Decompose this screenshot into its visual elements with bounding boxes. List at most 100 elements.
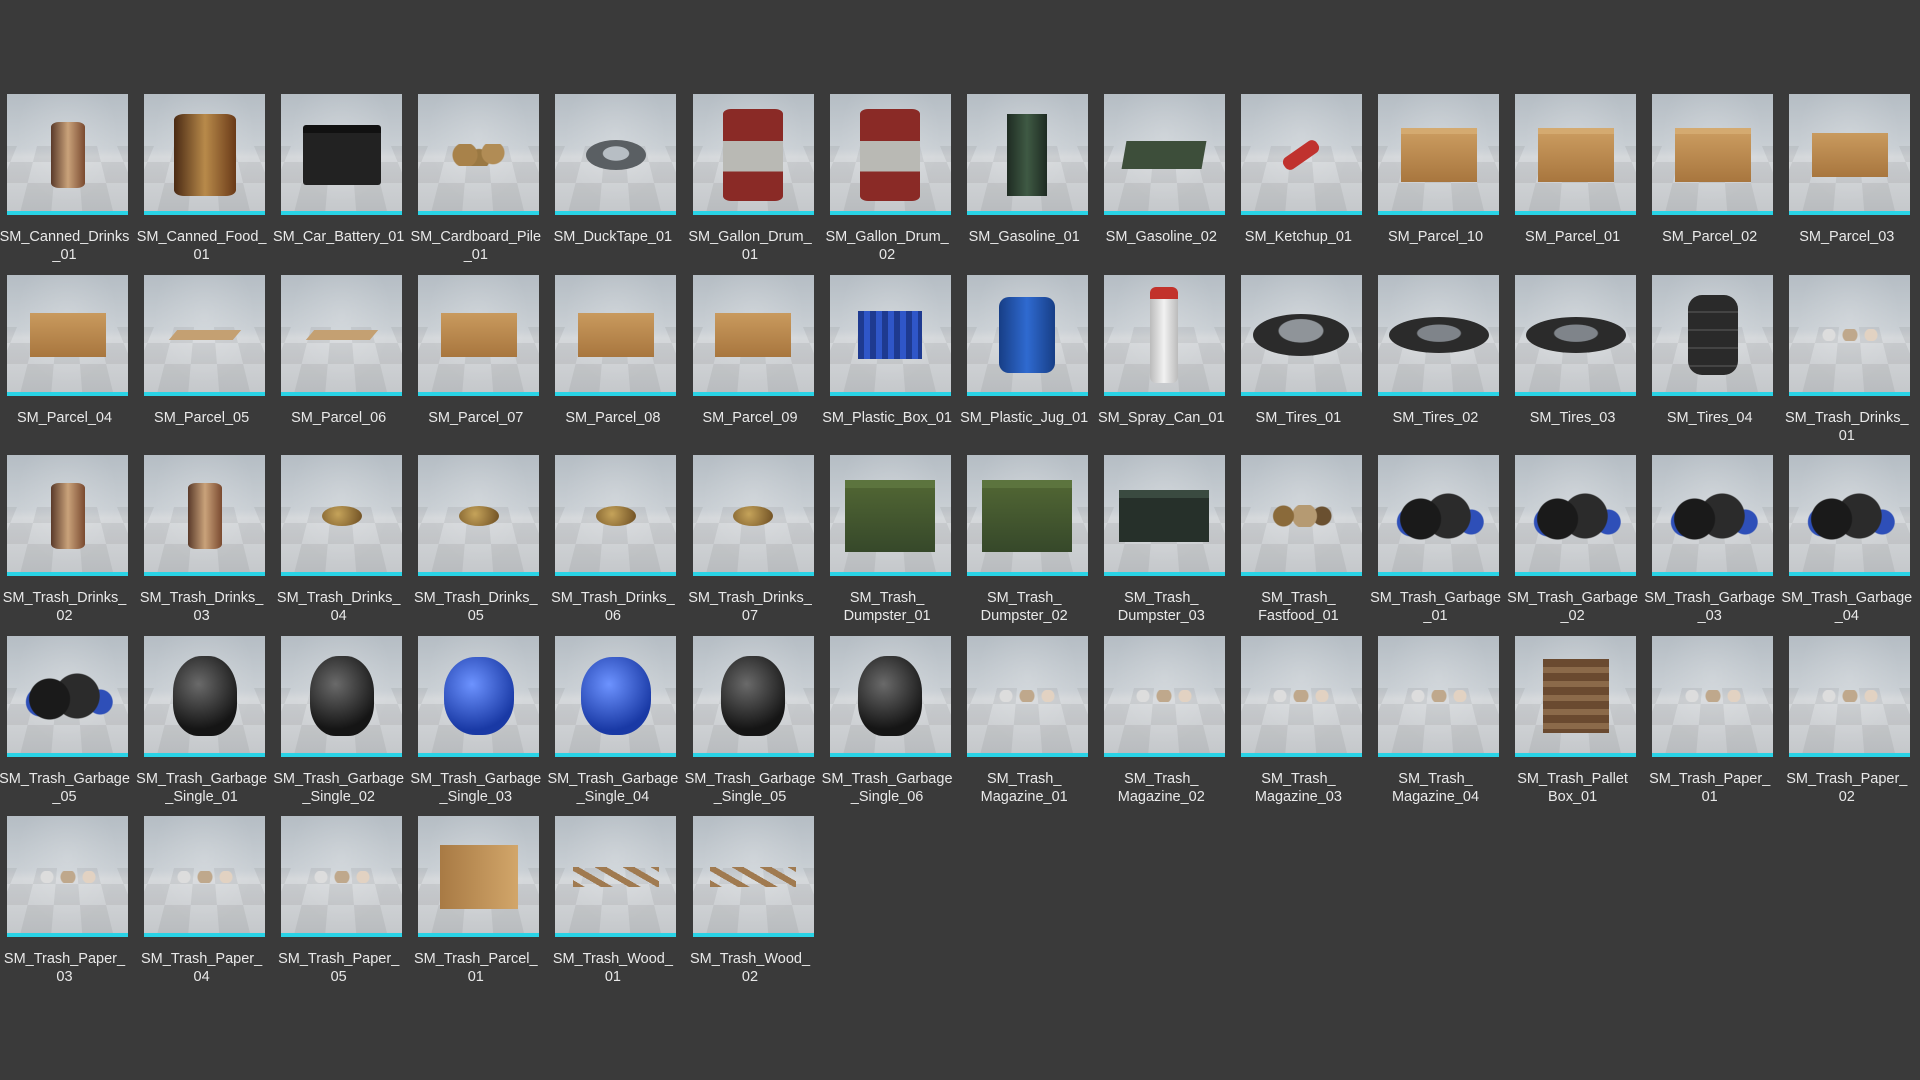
- asset-thumbnail[interactable]: [1378, 455, 1499, 576]
- asset-tile[interactable]: SM_Gasoline_01: [961, 94, 1088, 269]
- asset-tile[interactable]: SM_Trash_Paper_ 01: [1646, 635, 1774, 811]
- asset-thumbnail[interactable]: [281, 274, 403, 396]
- asset-thumbnail[interactable]: [1652, 455, 1774, 576]
- asset-tile[interactable]: SM_DuckTape_01: [549, 94, 677, 269]
- asset-tile[interactable]: SM_Tires_03: [1509, 274, 1637, 450]
- asset-tile[interactable]: SM_Trash_Garbage _Single_04: [547, 635, 678, 811]
- asset-tile[interactable]: SM_Parcel_03: [1783, 94, 1911, 269]
- asset-tile[interactable]: SM_Trash_ Fastfood_01: [1235, 455, 1362, 630]
- asset-tile[interactable]: SM_Trash_Paper_ 03: [1, 816, 128, 991]
- asset-tile[interactable]: SM_Parcel_05: [138, 274, 266, 450]
- asset-thumbnail[interactable]: [555, 455, 677, 576]
- asset-tile[interactable]: SM_Parcel_10: [1372, 94, 1499, 269]
- asset-tile[interactable]: SM_Parcel_09: [687, 274, 814, 450]
- asset-tile[interactable]: SM_Ketchup_01: [1235, 94, 1362, 269]
- asset-tile[interactable]: SM_Trash_Drinks_ 04: [275, 455, 403, 630]
- asset-tile[interactable]: SM_Canned_Food_ 01: [137, 94, 266, 269]
- asset-thumbnail[interactable]: [1240, 94, 1362, 215]
- asset-thumbnail[interactable]: [1789, 455, 1911, 576]
- asset-thumbnail[interactable]: [418, 274, 540, 396]
- asset-thumbnail[interactable]: [829, 455, 951, 576]
- asset-thumbnail[interactable]: [7, 455, 128, 576]
- asset-thumbnail[interactable]: [7, 274, 128, 396]
- asset-thumbnail[interactable]: [1515, 94, 1637, 215]
- asset-thumbnail[interactable]: [966, 635, 1088, 757]
- asset-tile[interactable]: SM_Trash_Drinks_ 02: [1, 455, 128, 630]
- asset-tile[interactable]: SM_Trash_ Dumpster_03: [1098, 455, 1225, 630]
- asset-thumbnail[interactable]: [144, 816, 266, 937]
- asset-tile[interactable]: SM_Trash_Garbage _04: [1781, 455, 1912, 630]
- asset-tile[interactable]: SM_Plastic_Jug_01: [960, 274, 1088, 450]
- asset-tile[interactable]: SM_Trash_ Magazine_04: [1372, 635, 1499, 811]
- asset-tile[interactable]: SM_Trash_Wood_ 02: [687, 816, 814, 991]
- asset-thumbnail[interactable]: [966, 94, 1088, 215]
- asset-tile[interactable]: SM_Trash_ Dumpster_02: [961, 455, 1088, 630]
- asset-thumbnail[interactable]: [418, 455, 540, 576]
- asset-thumbnail[interactable]: [1652, 635, 1774, 757]
- asset-thumbnail[interactable]: [1240, 635, 1362, 757]
- asset-tile[interactable]: SM_Parcel_07: [412, 274, 540, 450]
- asset-thumbnail[interactable]: [1789, 635, 1911, 757]
- asset-tile[interactable]: SM_Plastic_Box_01: [822, 274, 952, 450]
- asset-tile[interactable]: SM_Tires_04: [1646, 274, 1774, 450]
- asset-tile[interactable]: SM_Trash_ Dumpster_01: [824, 455, 951, 630]
- asset-thumbnail[interactable]: [1240, 455, 1362, 576]
- asset-thumbnail[interactable]: [1103, 274, 1225, 396]
- asset-thumbnail[interactable]: [555, 274, 677, 396]
- asset-tile[interactable]: SM_Gasoline_02: [1098, 94, 1225, 269]
- asset-tile[interactable]: SM_Parcel_06: [275, 274, 403, 450]
- asset-tile[interactable]: SM_Trash_Garbage _Single_01: [136, 635, 267, 811]
- asset-thumbnail[interactable]: [692, 274, 814, 396]
- asset-tile[interactable]: SM_Trash_Drinks_ 06: [549, 455, 677, 630]
- asset-thumbnail[interactable]: [7, 94, 128, 215]
- asset-tile[interactable]: SM_Trash_Wood_ 01: [549, 816, 677, 991]
- asset-thumbnail[interactable]: [692, 455, 814, 576]
- asset-thumbnail[interactable]: [692, 635, 814, 757]
- asset-thumbnail[interactable]: [418, 816, 540, 937]
- asset-tile[interactable]: SM_Tires_02: [1372, 274, 1499, 450]
- asset-thumbnail[interactable]: [1652, 274, 1774, 396]
- asset-thumbnail[interactable]: [281, 816, 403, 937]
- asset-thumbnail[interactable]: [144, 635, 266, 757]
- asset-tile[interactable]: SM_Trash_Garbage _02: [1507, 455, 1638, 630]
- asset-tile[interactable]: SM_Gallon_Drum_ 01: [687, 94, 814, 269]
- asset-tile[interactable]: SM_Trash_ Magazine_03: [1235, 635, 1362, 811]
- asset-tile[interactable]: SM_Tires_01: [1235, 274, 1362, 450]
- asset-thumbnail[interactable]: [7, 816, 128, 937]
- asset-thumbnail[interactable]: [555, 635, 677, 757]
- asset-thumbnail[interactable]: [7, 635, 128, 757]
- asset-tile[interactable]: SM_Parcel_08: [549, 274, 677, 450]
- asset-thumbnail[interactable]: [1378, 274, 1499, 396]
- asset-tile[interactable]: SM_Trash_ Magazine_02: [1098, 635, 1225, 811]
- asset-thumbnail[interactable]: [1515, 455, 1637, 576]
- asset-thumbnail[interactable]: [1789, 274, 1911, 396]
- asset-thumbnail[interactable]: [1103, 635, 1225, 757]
- asset-tile[interactable]: SM_Parcel_04: [1, 274, 128, 450]
- asset-tile[interactable]: SM_Canned_Drinks _01: [0, 94, 129, 269]
- asset-tile[interactable]: SM_Trash_Garbage _Single_03: [410, 635, 541, 811]
- asset-thumbnail[interactable]: [829, 635, 951, 757]
- asset-thumbnail[interactable]: [555, 816, 677, 937]
- asset-tile[interactable]: SM_Trash_Garbage _03: [1644, 455, 1775, 630]
- asset-tile[interactable]: SM_Trash_Paper_ 04: [138, 816, 266, 991]
- asset-thumbnail[interactable]: [692, 94, 814, 215]
- asset-tile[interactable]: SM_Trash_Paper_ 02: [1783, 635, 1911, 811]
- asset-tile[interactable]: SM_Trash_ Magazine_01: [961, 635, 1088, 811]
- asset-tile[interactable]: SM_Trash_Parcel_ 01: [412, 816, 540, 991]
- asset-thumbnail[interactable]: [418, 635, 540, 757]
- asset-thumbnail[interactable]: [1515, 635, 1637, 757]
- asset-thumbnail[interactable]: [1103, 455, 1225, 576]
- asset-thumbnail[interactable]: [281, 455, 403, 576]
- asset-tile[interactable]: SM_Gallon_Drum_ 02: [824, 94, 951, 269]
- asset-tile[interactable]: SM_Trash_Drinks_ 05: [412, 455, 540, 630]
- asset-thumbnail[interactable]: [1378, 635, 1499, 757]
- asset-tile[interactable]: SM_Trash_Drinks_ 07: [687, 455, 814, 630]
- asset-thumbnail[interactable]: [281, 94, 403, 215]
- asset-thumbnail[interactable]: [966, 274, 1088, 396]
- asset-thumbnail[interactable]: [966, 455, 1088, 576]
- asset-tile[interactable]: SM_Trash_Drinks_ 03: [138, 455, 266, 630]
- asset-tile[interactable]: SM_Trash_Pallet Box_01: [1509, 635, 1637, 811]
- asset-tile[interactable]: SM_Parcel_02: [1646, 94, 1774, 269]
- asset-thumbnail[interactable]: [692, 816, 814, 937]
- asset-thumbnail[interactable]: [1378, 94, 1499, 215]
